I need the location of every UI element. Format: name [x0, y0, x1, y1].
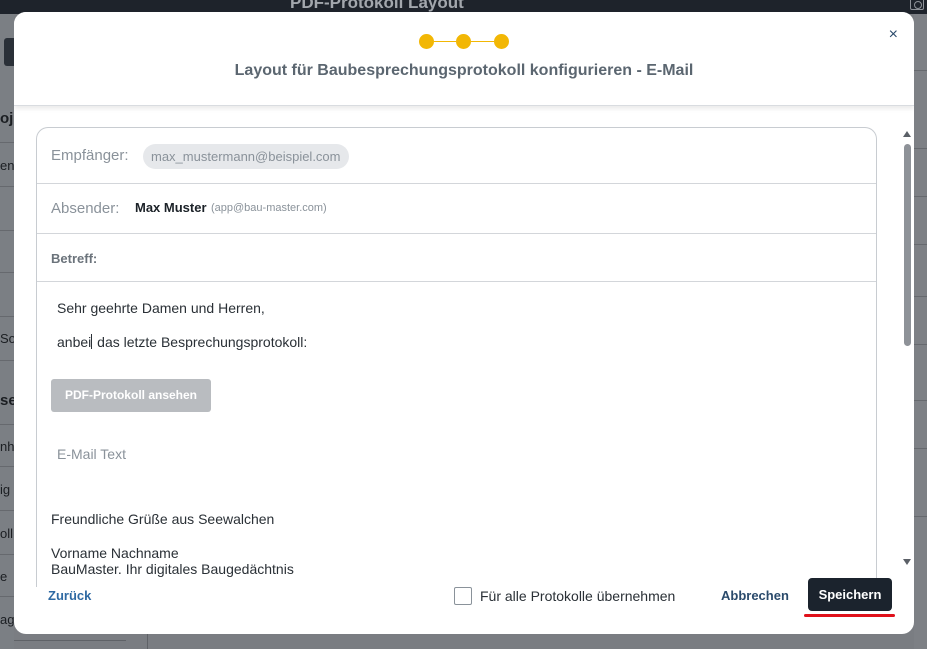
email-body-editor[interactable]: Sehr geehrte Damen und Herren, anbei das…	[37, 282, 876, 587]
background-divider	[0, 186, 14, 187]
background-divider	[0, 510, 14, 511]
body-salutation: Sehr geehrte Damen und Herren,	[57, 300, 265, 316]
email-form: Empfänger: max_mustermann@beispiel.com A…	[36, 127, 877, 587]
save-highlight-underline	[804, 614, 895, 617]
body-intro-start: anbei	[57, 334, 92, 350]
scrollbar-thumb[interactable]	[904, 144, 911, 346]
background-divider	[147, 634, 148, 649]
background-divider	[0, 272, 14, 273]
background-divider	[914, 70, 927, 71]
background-divider	[14, 640, 126, 641]
background-divider	[0, 424, 14, 425]
background-divider	[914, 344, 927, 345]
camera-icon	[910, 0, 924, 10]
signature-name: Vorname Nachname	[51, 545, 179, 561]
sender-email: (app@bau-master.com)	[211, 202, 327, 214]
sender-name: Max Muster	[135, 200, 207, 215]
background-divider	[0, 360, 14, 361]
close-icon[interactable]: ×	[889, 26, 898, 44]
modal-header: Layout für Baubesprechungsprotokoll konf…	[14, 12, 914, 106]
save-button[interactable]: Speichern	[808, 578, 892, 611]
body-intro-end: das letzte Besprechungsprotokoll:	[93, 334, 308, 350]
step-connector	[434, 41, 456, 42]
background-divider	[0, 230, 14, 231]
step-connector	[471, 41, 494, 42]
background-divider	[914, 448, 927, 449]
background-divider	[0, 466, 14, 467]
background-divider	[0, 316, 14, 317]
background-divider	[0, 554, 14, 555]
background-text-fragment: se	[0, 392, 14, 409]
cancel-button[interactable]: Abbrechen	[721, 588, 789, 603]
background-text-fragment: en	[0, 158, 14, 173]
signature-company: BauMaster. Ihr digitales Baugedächtnis	[51, 561, 294, 577]
back-button[interactable]: Zurück	[48, 588, 91, 603]
layout-config-modal: Layout für Baubesprechungsprotokoll konf…	[14, 12, 914, 634]
apply-all-checkbox[interactable]	[454, 587, 472, 605]
background-divider	[914, 516, 927, 517]
background-right-panel	[914, 14, 927, 649]
body-intro: anbei das letzte Besprechungsprotokoll:	[57, 334, 307, 350]
background-divider	[914, 296, 927, 297]
background-text-fragment: ig	[0, 482, 11, 497]
background-text-fragment: oje	[0, 110, 14, 127]
recipient-label: Empfänger:	[51, 147, 129, 164]
scroll-down-icon[interactable]	[903, 559, 911, 565]
background-divider	[914, 244, 927, 245]
step-dot-2	[456, 34, 471, 49]
step-dot-3	[494, 34, 509, 49]
background-divider	[0, 142, 14, 143]
background-text-fragment: e	[0, 569, 8, 584]
recipient-chip[interactable]: max_mustermann@beispiel.com	[143, 144, 349, 169]
apply-all-label[interactable]: Für alle Protokolle übernehmen	[480, 588, 675, 604]
background-text-fragment: ag	[0, 612, 14, 627]
background-divider	[914, 196, 927, 197]
background-text-fragment: nh	[0, 439, 14, 454]
view-pdf-button[interactable]: PDF-Protokoll ansehen	[51, 379, 211, 412]
background-divider	[914, 148, 927, 149]
body-closing: Freundliche Grüße aus Seewalchen	[51, 511, 275, 527]
recipient-row: Empfänger: max_mustermann@beispiel.com	[37, 128, 876, 184]
subject-row[interactable]	[37, 234, 876, 282]
step-dot-1	[419, 34, 434, 49]
background-divider	[0, 596, 14, 597]
modal-title: Layout für Baubesprechungsprotokoll konf…	[234, 62, 694, 79]
scroll-up-icon[interactable]	[903, 131, 911, 137]
background-text-fragment: oll	[0, 526, 14, 541]
sender-label: Absender:	[51, 200, 120, 217]
step-indicator	[419, 34, 509, 50]
background-text-fragment: So	[0, 331, 14, 346]
email-text-placeholder[interactable]: E-Mail Text	[57, 446, 126, 462]
modal-scrollbar[interactable]	[900, 127, 914, 567]
background-divider	[914, 400, 927, 401]
subject-label: Betreff:	[51, 251, 98, 266]
